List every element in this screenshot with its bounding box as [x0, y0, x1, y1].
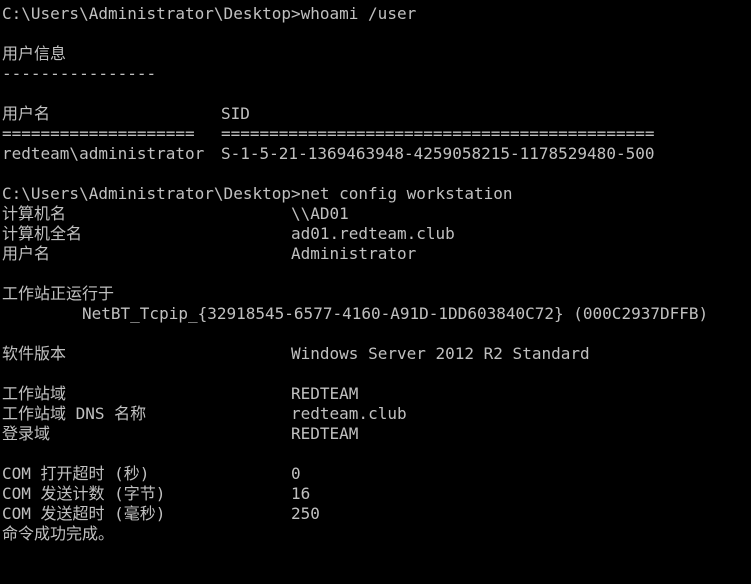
user-name-value: Administrator: [291, 244, 417, 263]
running-on-value: NetBT_Tcpip_{32918545-6577-4160-A91D-1DD…: [82, 304, 709, 323]
config-row-user-name: 用户名 Administrator: [2, 244, 751, 264]
sid-value: S-1-5-21-1369463948-4259058215-117852948…: [221, 144, 655, 163]
config-row-workstation-dns: 工作站域 DNS 名称 redteam.club: [2, 404, 751, 424]
sid-column-header: SID: [221, 104, 250, 123]
com-send-timeout-label: COM 发送超时 (毫秒): [2, 504, 166, 523]
user-table-row: redteam\administrator S-1-5-21-136946394…: [2, 144, 751, 164]
config-row-logon-domain: 登录域 REDTEAM: [2, 424, 751, 444]
config-row-workstation-domain: 工作站域 REDTEAM: [2, 384, 751, 404]
config-row-software-version: 软件版本 Windows Server 2012 R2 Standard: [2, 344, 751, 364]
user-table-header: 用户名 SID: [2, 104, 751, 124]
full-computer-name-label: 计算机全名: [2, 224, 83, 243]
command-line-whoami: C:\Users\Administrator\Desktop>whoami /u…: [2, 4, 417, 23]
com-send-count-label: COM 发送计数 (字节): [2, 484, 166, 503]
software-version-value: Windows Server 2012 R2 Standard: [291, 344, 590, 363]
user-name-label: 用户名: [2, 244, 51, 263]
sid-column-rule: ========================================…: [221, 124, 655, 143]
config-row-com-open-timeout: COM 打开超时 (秒) 0: [2, 464, 751, 484]
config-row-com-send-timeout: COM 发送超时 (毫秒) 250: [2, 504, 751, 524]
config-row-computer-name: 计算机名 \\AD01: [2, 204, 751, 224]
computer-name-label: 计算机名: [2, 204, 67, 223]
command-completed-message: 命令成功完成。: [2, 524, 115, 543]
full-computer-name-value: ad01.redteam.club: [291, 224, 455, 243]
com-open-timeout-label: COM 打开超时 (秒): [2, 464, 150, 483]
com-send-timeout-value: 250: [291, 504, 320, 523]
logon-domain-value: REDTEAM: [291, 424, 359, 443]
com-send-count-value: 16: [291, 484, 311, 503]
command-line-net-config: C:\Users\Administrator\Desktop>net confi…: [2, 184, 513, 203]
user-info-title: 用户信息: [2, 44, 67, 63]
workstation-dns-value: redteam.club: [291, 404, 407, 423]
user-table-rule: ==================== ===================…: [2, 124, 751, 144]
config-row-full-computer-name: 计算机全名 ad01.redteam.club: [2, 224, 751, 244]
com-open-timeout-value: 0: [291, 464, 301, 483]
running-on-label: 工作站正运行于: [2, 284, 115, 303]
user-value: redteam\administrator: [2, 144, 205, 163]
workstation-domain-label: 工作站域: [2, 384, 67, 403]
logon-domain-label: 登录域: [2, 424, 51, 443]
user-info-rule: ----------------: [2, 64, 157, 83]
user-column-rule: ====================: [2, 124, 195, 143]
computer-name-value: \\AD01: [291, 204, 349, 223]
workstation-dns-label: 工作站域 DNS 名称: [2, 404, 147, 423]
software-version-label: 软件版本: [2, 344, 67, 363]
workstation-domain-value: REDTEAM: [291, 384, 359, 403]
config-row-com-send-count: COM 发送计数 (字节) 16: [2, 484, 751, 504]
user-column-header: 用户名: [2, 104, 51, 123]
console-output: C:\Users\Administrator\Desktop>whoami /u…: [2, 4, 751, 544]
